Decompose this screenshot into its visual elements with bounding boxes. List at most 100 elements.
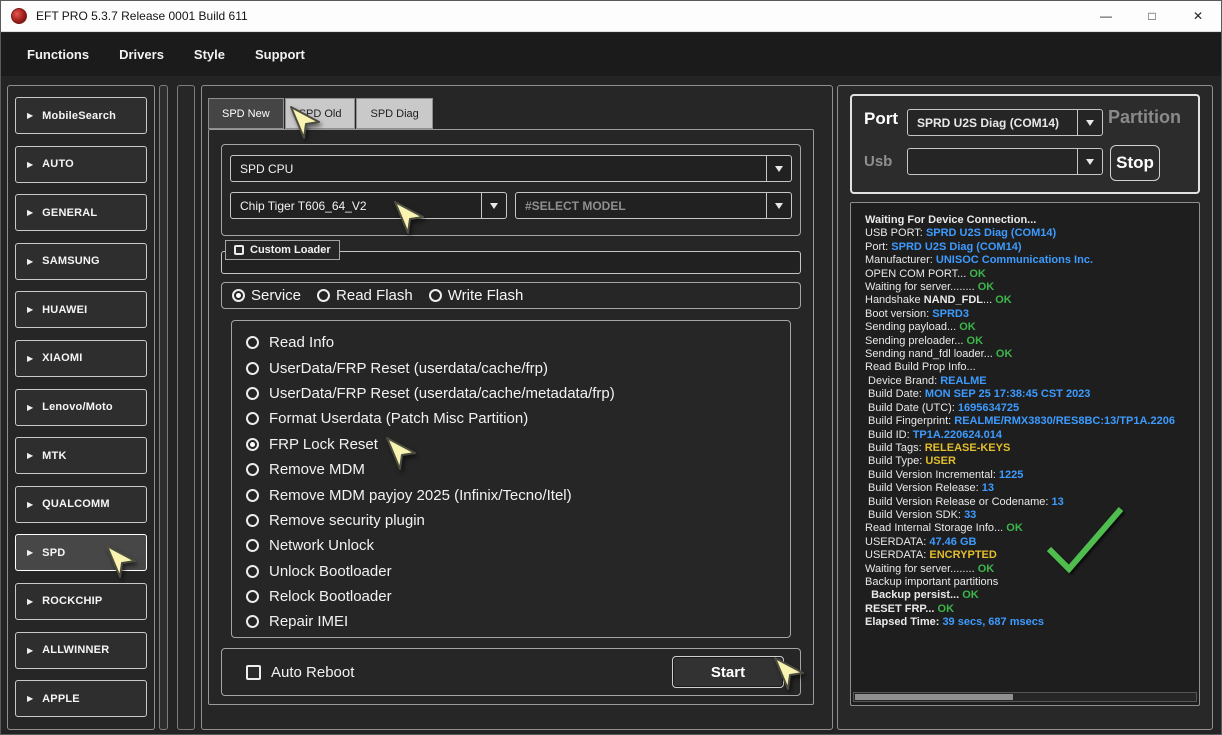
operation-label: Read Info — [269, 334, 334, 351]
auto-reboot-option[interactable]: Auto Reboot — [246, 664, 354, 681]
play-icon: ▶ — [27, 597, 33, 606]
sidebar-item-auto[interactable]: ▶AUTO — [15, 146, 147, 183]
operation-network-unlock[interactable]: Network Unlock — [246, 533, 790, 558]
device-panel: Port SPRD U2S Diag (COM14) Partition Usb… — [837, 85, 1213, 730]
radio-icon — [246, 489, 259, 502]
operation-unlock-bootloader[interactable]: Unlock Bootloader — [246, 559, 790, 584]
sidebar-item-label: SPD — [42, 547, 65, 559]
play-icon: ▶ — [27, 257, 33, 266]
operation-label: Unlock Bootloader — [269, 563, 392, 580]
operation-relock-bootloader[interactable]: Relock Bootloader — [246, 584, 790, 609]
cursor-arrow-icon — [288, 105, 324, 143]
tab-spd-new[interactable]: SPD New — [208, 98, 284, 129]
log-panel: Waiting For Device Connection...USB PORT… — [850, 202, 1200, 706]
play-icon: ▶ — [27, 403, 33, 412]
sidebar-item-lenovo-moto[interactable]: ▶Lenovo/Moto — [15, 389, 147, 426]
usb-select[interactable] — [907, 148, 1103, 175]
chip-select-value: Chip Tiger T606_64_V2 — [240, 199, 367, 213]
auto-reboot-checkbox[interactable] — [246, 665, 261, 680]
scrollbar-thumb[interactable] — [855, 694, 1013, 700]
operation-read-info[interactable]: Read Info — [246, 330, 790, 355]
splitter-strip[interactable] — [177, 85, 195, 730]
operation-userdata-frp-reset-userdata-cache-metadata-frp[interactable]: UserData/FRP Reset (userdata/cache/metad… — [246, 381, 790, 406]
log-line: USERDATA: ENCRYPTED — [865, 549, 1193, 562]
operation-remove-mdm-payjoy-2025-infinix-tecno-itel[interactable]: Remove MDM payjoy 2025 (Infinix/Tecno/It… — [246, 482, 790, 507]
sidebar-item-xiaomi[interactable]: ▶XIAOMI — [15, 340, 147, 377]
cpu-select[interactable]: SPD CPU — [230, 155, 792, 182]
menu-item-functions[interactable]: Functions — [27, 47, 89, 62]
sidebar-item-apple[interactable]: ▶APPLE — [15, 680, 147, 717]
log-line: Boot version: SPRD3 — [865, 308, 1193, 321]
sidebar-item-general[interactable]: ▶GENERAL — [15, 194, 147, 231]
log-horizontal-scrollbar[interactable] — [853, 692, 1197, 702]
log-line: Read Internal Storage Info... OK — [865, 522, 1193, 535]
tab-spd-diag[interactable]: SPD Diag — [356, 98, 432, 129]
chevron-down-icon — [766, 193, 791, 218]
mode-option-service[interactable]: Service — [232, 287, 301, 304]
mode-option-write-flash[interactable]: Write Flash — [429, 287, 524, 304]
log-line: USB PORT: SPRD U2S Diag (COM14) — [865, 227, 1193, 240]
custom-loader-checkbox[interactable] — [234, 245, 244, 255]
sidebar-item-qualcomm[interactable]: ▶QUALCOMM — [15, 486, 147, 523]
port-label: Port — [864, 109, 898, 129]
log-line: Build Date (UTC): 1695634725 — [865, 402, 1193, 415]
sidebar-item-mobilesearch[interactable]: ▶MobileSearch — [15, 97, 147, 134]
sidebar-item-samsung[interactable]: ▶SAMSUNG — [15, 243, 147, 280]
sidebar-item-label: GENERAL — [42, 207, 97, 219]
model-select[interactable]: #SELECT MODEL — [515, 192, 792, 219]
play-icon: ▶ — [27, 500, 33, 509]
radio-icon — [317, 289, 330, 302]
sidebar-item-label: MTK — [42, 450, 66, 462]
sidebar-item-allwinner[interactable]: ▶ALLWINNER — [15, 632, 147, 669]
close-button[interactable]: ✕ — [1175, 1, 1221, 31]
log-line: Build Version Release: 13 — [865, 482, 1193, 495]
operation-repair-imei[interactable]: Repair IMEI — [246, 609, 790, 634]
operation-remove-mdm[interactable]: Remove MDM — [246, 457, 790, 482]
log-line: Build Version SDK: 33 — [865, 509, 1193, 522]
cpu-group: SPD CPU Chip Tiger T606_64_V2 #SELECT MO… — [221, 144, 801, 236]
app-logo-icon — [11, 8, 27, 24]
operation-frp-lock-reset[interactable]: FRP Lock Reset — [246, 432, 790, 457]
sidebar-item-mtk[interactable]: ▶MTK — [15, 437, 147, 474]
log-line: RESET FRP... OK — [865, 603, 1193, 616]
chevron-down-icon — [1077, 110, 1102, 135]
stop-button[interactable]: Stop — [1110, 145, 1160, 181]
bottom-bar: Auto Reboot Start — [221, 648, 801, 696]
sidebar-item-huawei[interactable]: ▶HUAWEI — [15, 291, 147, 328]
operation-label: UserData/FRP Reset (userdata/cache/frp) — [269, 360, 548, 377]
maximize-button[interactable]: □ — [1129, 1, 1175, 31]
log-line: Build Fingerprint: REALME/RMX3830/RES8BC… — [865, 415, 1193, 428]
menu-item-support[interactable]: Support — [255, 47, 305, 62]
sidebar-item-rockchip[interactable]: ▶ROCKCHIP — [15, 583, 147, 620]
log-lines: Waiting For Device Connection...USB PORT… — [865, 214, 1193, 630]
connection-controls: Port SPRD U2S Diag (COM14) Partition Usb… — [850, 94, 1200, 194]
log-line: Waiting for server........ OK — [865, 281, 1193, 294]
play-icon: ▶ — [27, 646, 33, 655]
sidebar-scrollbar[interactable] — [159, 85, 168, 730]
operation-label: Format Userdata (Patch Misc Partition) — [269, 410, 528, 427]
log-line: Read Build Prop Info... — [865, 361, 1193, 374]
chevron-down-icon — [1077, 149, 1102, 174]
chip-select[interactable]: Chip Tiger T606_64_V2 — [230, 192, 507, 219]
custom-loader-group[interactable]: Custom Loader — [225, 240, 340, 260]
partition-button[interactable]: Partition — [1108, 107, 1181, 128]
log-line: Sending payload... OK — [865, 321, 1193, 334]
menu-item-style[interactable]: Style — [194, 47, 225, 62]
operation-remove-security-plugin[interactable]: Remove security plugin — [246, 508, 790, 533]
port-select[interactable]: SPRD U2S Diag (COM14) — [907, 109, 1103, 136]
operation-label: UserData/FRP Reset (userdata/cache/metad… — [269, 385, 615, 402]
mode-option-label: Read Flash — [336, 287, 413, 304]
mode-option-read-flash[interactable]: Read Flash — [317, 287, 413, 304]
operation-userdata-frp-reset-userdata-cache-frp[interactable]: UserData/FRP Reset (userdata/cache/frp) — [246, 355, 790, 380]
operations-list: Read Info UserData/FRP Reset (userdata/ca… — [231, 320, 791, 638]
menubar: Functions Drivers Style Support — [1, 33, 1221, 76]
operation-format-userdata-patch-misc-partition[interactable]: Format Userdata (Patch Misc Partition) — [246, 406, 790, 431]
minimize-button[interactable]: — — [1083, 1, 1129, 31]
radio-icon — [246, 565, 259, 578]
menu-item-drivers[interactable]: Drivers — [119, 47, 164, 62]
start-button[interactable]: Start — [672, 656, 784, 688]
radio-icon — [246, 463, 259, 476]
mode-option-label: Service — [251, 287, 301, 304]
play-icon: ▶ — [27, 160, 33, 169]
cursor-arrow-icon — [104, 544, 140, 582]
